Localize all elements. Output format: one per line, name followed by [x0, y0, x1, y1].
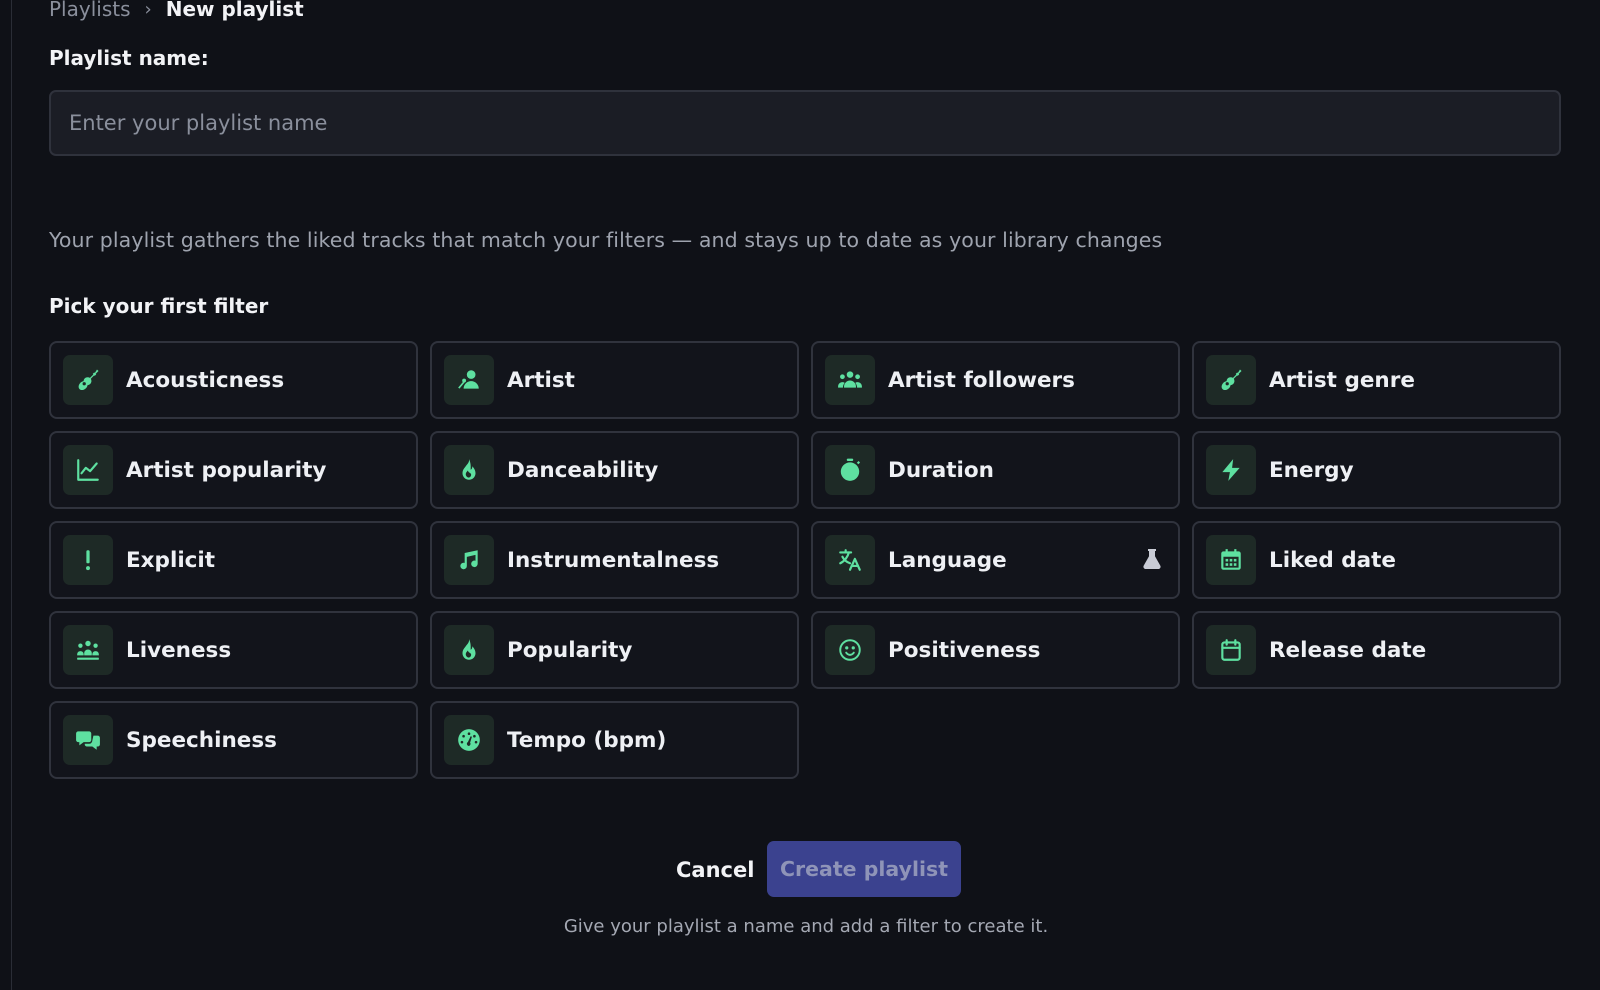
- filter-label: Artist: [507, 367, 575, 393]
- chart-line-icon: [63, 445, 113, 495]
- filter-option-artist-popularity[interactable]: Artist popularity: [49, 431, 418, 509]
- create-hint: Give your playlist a name and add a filt…: [563, 916, 1049, 937]
- filter-option-language[interactable]: Language: [811, 521, 1180, 599]
- filter-option-acousticness[interactable]: Acousticness: [49, 341, 418, 419]
- calendar-grid-icon: [1206, 535, 1256, 585]
- filter-label: Duration: [888, 457, 994, 483]
- playlist-description: Your playlist gathers the liked tracks t…: [49, 228, 1163, 252]
- filter-label: Positiveness: [888, 637, 1041, 663]
- filter-option-speechiness[interactable]: Speechiness: [49, 701, 418, 779]
- filter-label: Language: [888, 547, 1007, 573]
- filter-label: Explicit: [126, 547, 216, 573]
- filter-heading: Pick your first filter: [49, 294, 269, 318]
- filter-option-duration[interactable]: Duration: [811, 431, 1180, 509]
- filter-option-positiveness[interactable]: Positiveness: [811, 611, 1180, 689]
- playlist-name-label: Playlist name:: [49, 46, 209, 70]
- smile-icon: [825, 625, 875, 675]
- fire-icon: [444, 625, 494, 675]
- calendar-icon: [1206, 625, 1256, 675]
- filter-label: Liked date: [1269, 547, 1397, 573]
- filter-option-energy[interactable]: Energy: [1192, 431, 1561, 509]
- filter-option-explicit[interactable]: Explicit: [49, 521, 418, 599]
- breadcrumb-current: New playlist: [165, 0, 304, 21]
- translate-icon: [825, 535, 875, 585]
- filter-label: Tempo (bpm): [507, 727, 667, 753]
- filter-label: Release date: [1269, 637, 1427, 663]
- filter-option-release-date[interactable]: Release date: [1192, 611, 1561, 689]
- playlist-name-input[interactable]: [49, 90, 1561, 156]
- filter-option-liveness[interactable]: Liveness: [49, 611, 418, 689]
- new-playlist-page: Playlists › New playlist Playlist name: …: [0, 0, 1600, 990]
- music-note-icon: [444, 535, 494, 585]
- filter-label: Energy: [1269, 457, 1354, 483]
- filter-label: Artist popularity: [126, 457, 327, 483]
- filter-label: Danceability: [507, 457, 659, 483]
- filter-option-artist-followers[interactable]: Artist followers: [811, 341, 1180, 419]
- filter-option-liked-date[interactable]: Liked date: [1192, 521, 1561, 599]
- crowd-icon: [63, 625, 113, 675]
- guitar-icon: [63, 355, 113, 405]
- breadcrumb: Playlists › New playlist: [49, 0, 304, 22]
- filter-label: Popularity: [507, 637, 633, 663]
- filter-label: Artist genre: [1269, 367, 1415, 393]
- fire-icon: [444, 445, 494, 495]
- filter-label: Instrumentalness: [507, 547, 720, 573]
- filter-option-instrumentalness[interactable]: Instrumentalness: [430, 521, 799, 599]
- sidebar-divider: [11, 0, 12, 990]
- guitar-icon: [1206, 355, 1256, 405]
- filter-label: Acousticness: [126, 367, 285, 393]
- filter-option-popularity[interactable]: Popularity: [430, 611, 799, 689]
- breadcrumb-playlists-link[interactable]: Playlists: [49, 0, 131, 21]
- stopwatch-icon: [825, 445, 875, 495]
- flask-icon: [1140, 547, 1164, 573]
- cancel-button[interactable]: Cancel: [664, 843, 764, 897]
- filter-label: Speechiness: [126, 727, 277, 753]
- exclamation-icon: [63, 535, 113, 585]
- chat-bubbles-icon: [63, 715, 113, 765]
- filter-grid: Acousticness Artist Artist followers Artist…: [49, 341, 1563, 779]
- users-icon: [825, 355, 875, 405]
- filter-option-danceability[interactable]: Danceability: [430, 431, 799, 509]
- filter-label: Liveness: [126, 637, 232, 663]
- filter-option-tempo-bpm[interactable]: Tempo (bpm): [430, 701, 799, 779]
- chevron-right-icon: ›: [144, 0, 152, 20]
- filter-label: Artist followers: [888, 367, 1075, 393]
- bolt-icon: [1206, 445, 1256, 495]
- filter-option-artist[interactable]: Artist: [430, 341, 799, 419]
- filter-option-artist-genre[interactable]: Artist genre: [1192, 341, 1561, 419]
- create-playlist-button[interactable]: Create playlist: [767, 841, 961, 897]
- gauge-icon: [444, 715, 494, 765]
- artist-icon: [444, 355, 494, 405]
